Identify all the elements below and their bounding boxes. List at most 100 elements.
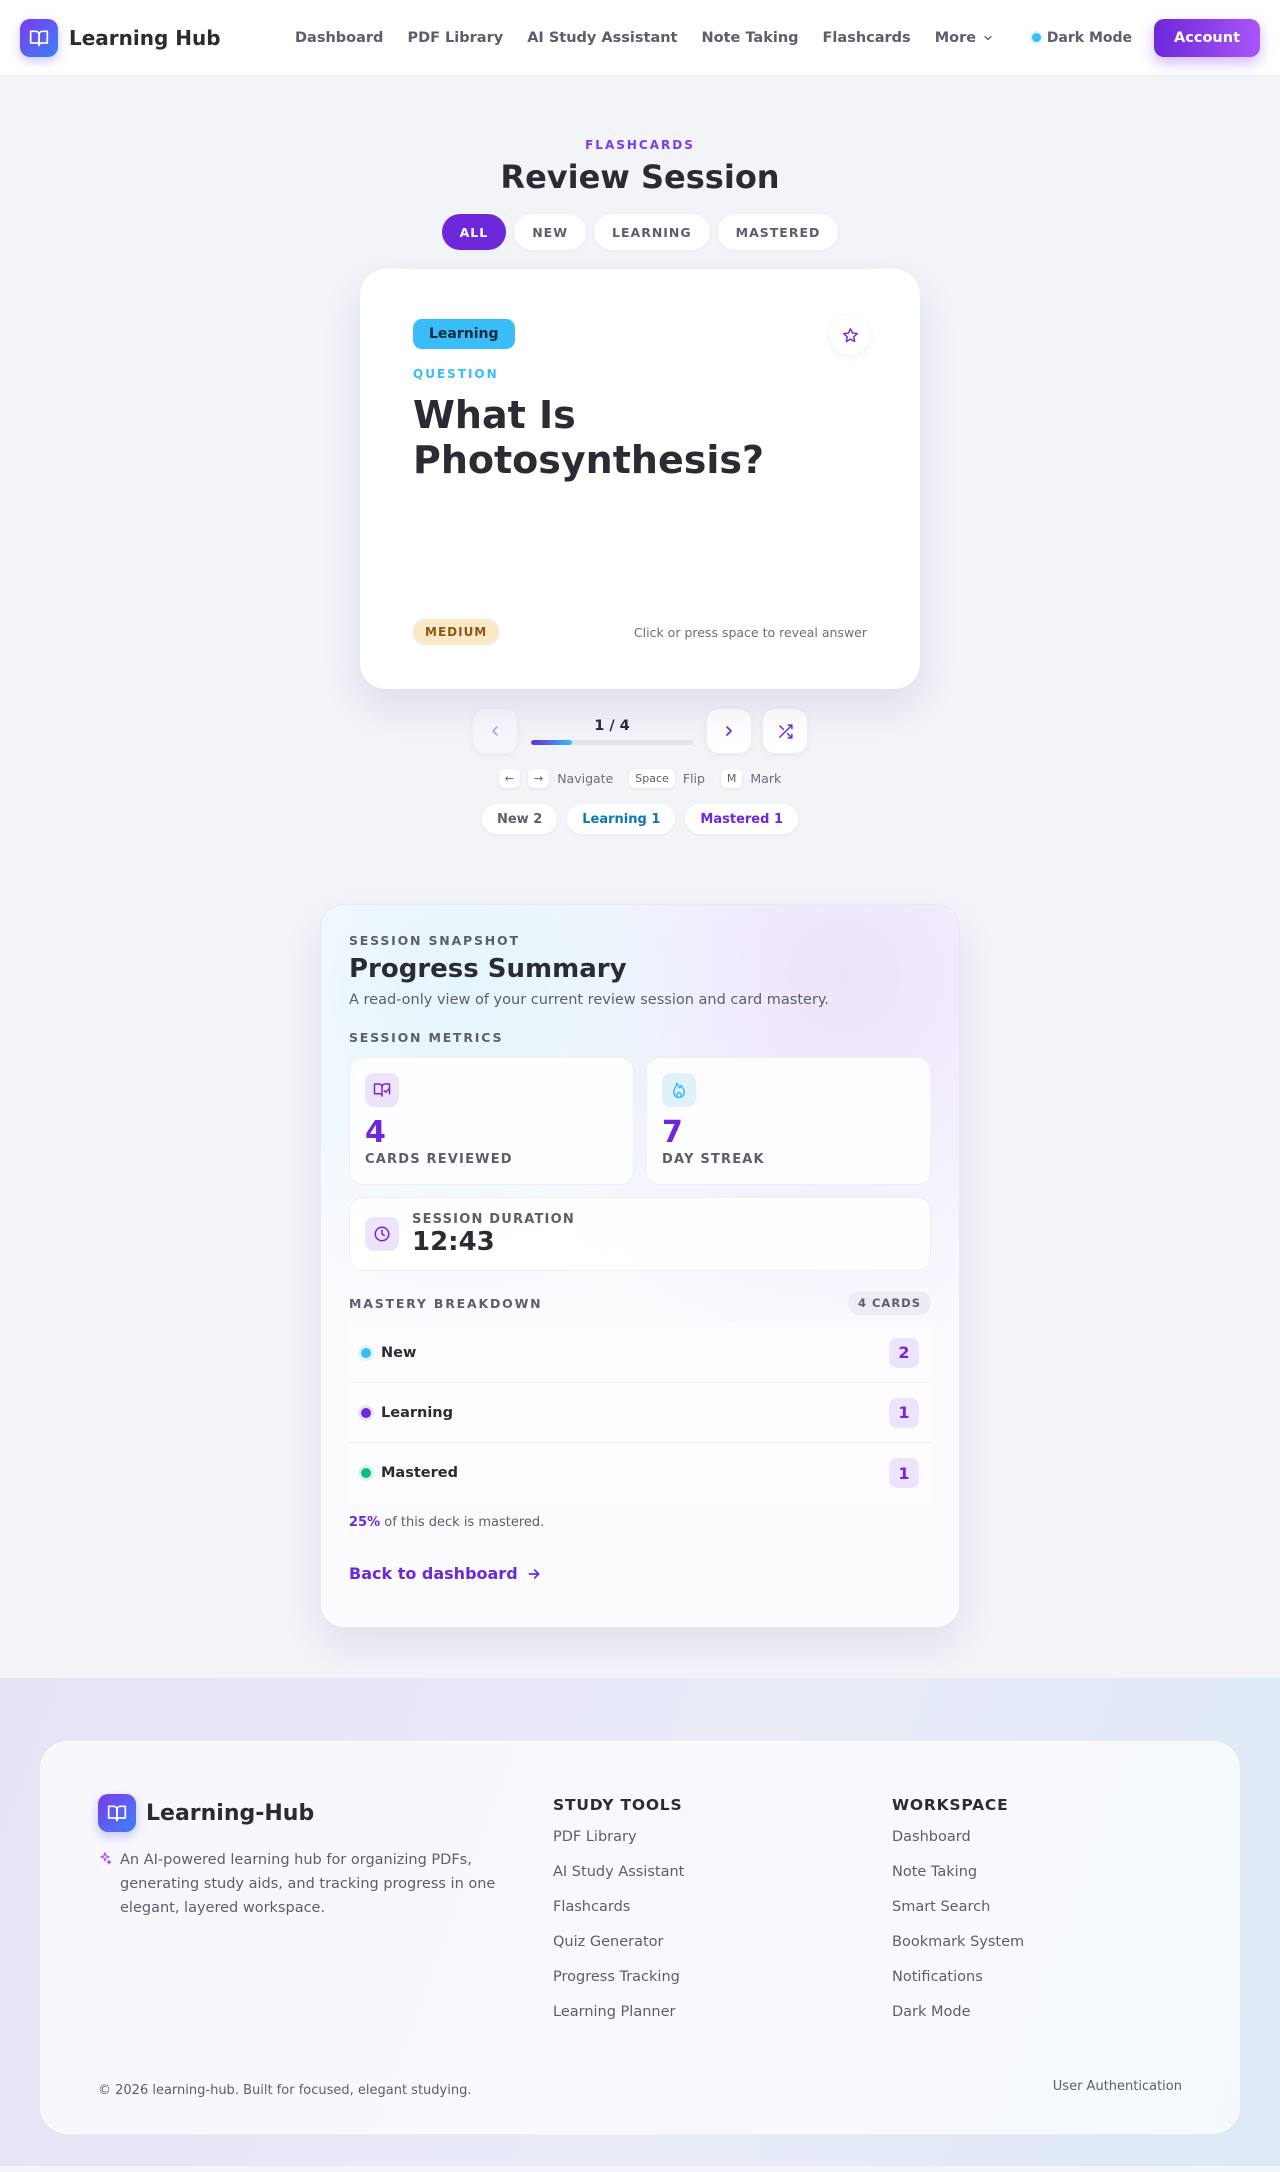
- session-metrics: 4 CARDS REVIEWED 7 DAY STREAK: [349, 1057, 931, 1185]
- footer-link-smart-search[interactable]: Smart Search: [892, 1890, 1024, 1925]
- mastery-name: Mastered: [381, 1465, 458, 1481]
- footer-link-dark-mode[interactable]: Dark Mode: [892, 1995, 1024, 2030]
- footer-col-workspace: WORKSPACE Dashboard Note Taking Smart Se…: [892, 1796, 1024, 2030]
- count-learning: Learning 1: [567, 804, 676, 834]
- card-footer: MEDIUM Click or press space to reveal an…: [413, 619, 867, 645]
- favorite-button[interactable]: [830, 315, 870, 355]
- mastery-header: MASTERY BREAKDOWN 4 CARDS: [349, 1291, 931, 1315]
- card-progress: 1 / 4: [531, 718, 693, 745]
- book-check-icon: [365, 1073, 399, 1107]
- summary-title: Progress Summary: [349, 954, 627, 984]
- question-label: QUESTION: [413, 367, 499, 381]
- footer-col-title: WORKSPACE: [892, 1796, 1009, 1814]
- question-text: What Is Photosynthesis?: [413, 393, 765, 482]
- mastery-card-count: 4 CARDS: [847, 1291, 931, 1315]
- chevron-right-icon: [721, 723, 737, 739]
- next-card-button[interactable]: [707, 709, 751, 753]
- footer: Learning-Hub An AI-powered learning hub …: [40, 1741, 1240, 2134]
- mastery-count: 1: [889, 1397, 919, 1428]
- shortcut-navigate-label: Navigate: [557, 771, 614, 786]
- mastery-breakdown-label: MASTERY BREAKDOWN: [349, 1295, 543, 1311]
- filter-tab-learning[interactable]: LEARNING: [594, 214, 710, 250]
- nav-link-flashcards[interactable]: Flashcards: [823, 30, 911, 46]
- footer-link-learning-planner[interactable]: Learning Planner: [553, 1995, 684, 2030]
- summary-eyebrow: SESSION SNAPSHOT: [349, 933, 520, 948]
- footer-background: Learning-Hub An AI-powered learning hub …: [0, 1678, 1280, 2166]
- footer-brand-name: Learning-Hub: [146, 1800, 315, 1826]
- nav-more-dropdown[interactable]: More: [935, 30, 994, 46]
- footer-link-progress-tracking[interactable]: Progress Tracking: [553, 1960, 684, 1995]
- reveal-hint: Click or press space to reveal answer: [633, 624, 867, 640]
- footer-link-notifications[interactable]: Notifications: [892, 1960, 1024, 1995]
- mastery-name: New: [381, 1344, 417, 1361]
- metric-label: DAY STREAK: [662, 1152, 765, 1167]
- book-open-icon: [20, 18, 58, 57]
- footer-link-list: PDF Library AI Study Assistant Flashcard…: [553, 1820, 684, 2030]
- footer-copyright: © 2026 learning-hub. Built for focused, …: [98, 2083, 472, 2098]
- footer-link-pdf-library[interactable]: PDF Library: [553, 1820, 684, 1855]
- metric-label: CARDS REVIEWED: [365, 1152, 513, 1167]
- status-counts: New 2 Learning 1 Mastered 1: [0, 804, 1280, 834]
- nav-link-note-taking[interactable]: Note Taking: [701, 30, 798, 46]
- account-button[interactable]: Account: [1154, 18, 1260, 57]
- nav-link-ai-study-assistant[interactable]: AI Study Assistant: [527, 30, 677, 46]
- mastery-row-mastered: Mastered 1: [349, 1443, 931, 1503]
- page-title: Review Session: [500, 158, 780, 196]
- arrow-right-icon: [526, 1566, 542, 1582]
- footer-link-list: Dashboard Note Taking Smart Search Bookm…: [892, 1820, 1024, 2030]
- flame-icon: [662, 1073, 696, 1107]
- mastery-note-text: of this deck is mastered.: [384, 1515, 545, 1530]
- dark-mode-label: Dark Mode: [1046, 29, 1133, 46]
- shuffle-button[interactable]: [763, 709, 807, 753]
- card-counter: 1 / 4: [594, 717, 630, 734]
- card-status-badge: Learning: [413, 319, 515, 349]
- card-controls: 1 / 4: [0, 709, 1280, 753]
- status-dot-icon: [361, 1407, 371, 1418]
- nav-link-pdf-library[interactable]: PDF Library: [407, 30, 503, 46]
- footer-description: An AI-powered learning hub for organizin…: [120, 1852, 496, 1916]
- footer-link-note-taking[interactable]: Note Taking: [892, 1855, 1024, 1890]
- mastery-name: Learning: [381, 1404, 454, 1421]
- duration-label: SESSION DURATION: [412, 1211, 575, 1227]
- mastery-count: 1: [889, 1458, 919, 1488]
- dark-mode-toggle[interactable]: Dark Mode: [1031, 29, 1133, 46]
- clock-icon: [365, 1217, 399, 1251]
- review-session: FLASHCARDS Review Session ALL NEW LEARNI…: [0, 76, 1280, 834]
- mastery-row-learning: Learning 1: [349, 1383, 931, 1443]
- filter-tab-new[interactable]: NEW: [514, 214, 587, 250]
- section-eyebrow: FLASHCARDS: [585, 138, 695, 152]
- book-open-icon: [98, 1794, 136, 1832]
- footer-description-row: An AI-powered learning hub for organizin…: [98, 1848, 498, 1920]
- brand-name: Learning Hub: [69, 25, 221, 50]
- footer-link-flashcards[interactable]: Flashcards: [553, 1890, 684, 1925]
- count-mastered: Mastered 1: [685, 804, 798, 834]
- mastery-count: 2: [889, 1337, 919, 1368]
- dark-mode-indicator-icon: [1031, 33, 1041, 42]
- progress-bar-fill: [531, 739, 572, 745]
- back-to-dashboard-link[interactable]: Back to dashboard: [349, 1564, 931, 1583]
- footer-link-quiz-generator[interactable]: Quiz Generator: [553, 1925, 684, 1960]
- mastery-note: 25% of this deck is mastered.: [349, 1515, 931, 1530]
- mastery-row-new: New 2: [349, 1323, 931, 1383]
- footer-link-bookmark-system[interactable]: Bookmark System: [892, 1925, 1024, 1960]
- metric-day-streak: 7 DAY STREAK: [646, 1057, 931, 1185]
- footer-link-ai-study-assistant[interactable]: AI Study Assistant: [553, 1855, 684, 1890]
- nav-links: Dashboard PDF Library AI Study Assistant…: [295, 0, 994, 76]
- previous-card-button[interactable]: [473, 709, 517, 753]
- filter-tabs: ALL NEW LEARNING MASTERED: [0, 214, 1280, 250]
- nav-link-dashboard[interactable]: Dashboard: [295, 30, 383, 46]
- nav-more-label: More: [934, 30, 977, 46]
- top-nav: Learning Hub Dashboard PDF Library AI St…: [0, 0, 1280, 76]
- chevron-down-icon: [982, 32, 994, 44]
- brand[interactable]: Learning Hub: [20, 18, 221, 57]
- session-duration: SESSION DURATION 12:43: [349, 1197, 931, 1271]
- footer-col-title: STUDY TOOLS: [553, 1796, 683, 1814]
- summary-description: A read-only view of your current review …: [349, 992, 830, 1008]
- difficulty-badge: MEDIUM: [413, 619, 500, 645]
- footer-user-authentication-link[interactable]: User Authentication: [1053, 2079, 1182, 2094]
- footer-link-dashboard[interactable]: Dashboard: [892, 1820, 1024, 1855]
- filter-tab-mastered[interactable]: MASTERED: [717, 214, 839, 250]
- nav-right: Dark Mode Account: [1031, 18, 1260, 57]
- filter-tab-all[interactable]: ALL: [441, 214, 507, 250]
- flashcard[interactable]: Learning QUESTION What Is Photosynthesis…: [360, 269, 920, 689]
